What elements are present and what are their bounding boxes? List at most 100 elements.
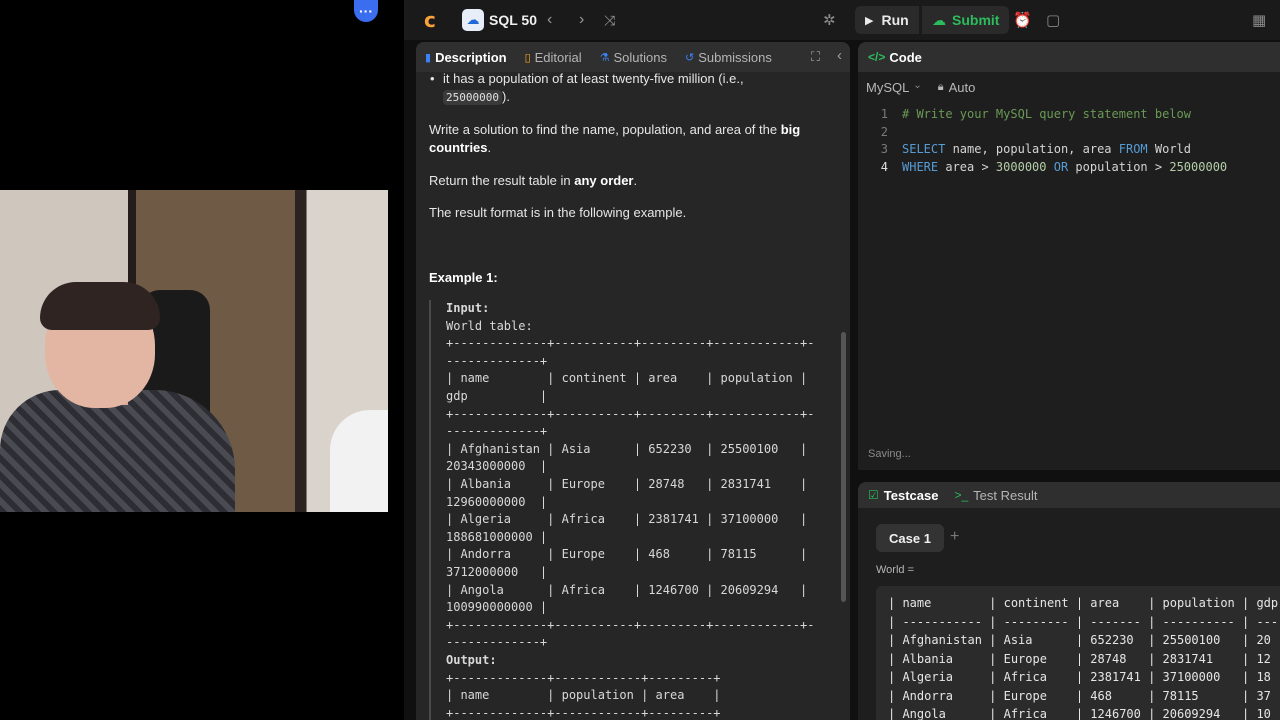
collapse-panel-icon[interactable]: ‹ <box>837 47 842 64</box>
expand-icon[interactable]: ⛶ <box>811 49 820 65</box>
code-text: SELECT name, population, area FROM World <box>902 141 1191 159</box>
testcase-header: ☑ Testcase >_ Test Result <box>858 482 1280 508</box>
example-title: Example 1: <box>429 270 498 285</box>
code-line: 4 WHERE area > 3000000 OR population > 2… <box>858 159 1280 177</box>
code-title: Code <box>889 49 922 65</box>
cond-population: population > <box>1068 159 1170 174</box>
checkbox-icon: ☑ <box>868 488 879 502</box>
play-icon: ▶ <box>865 14 874 27</box>
bullet-end: ). <box>501 89 510 104</box>
p1-text: Write a solution to find the name, popul… <box>429 122 781 137</box>
bullet-item: • it has a population of at least twenty… <box>430 72 813 107</box>
code-line: 3 SELECT name, population, area FROM Wor… <box>858 141 1280 159</box>
code-comment: # Write your MySQL query statement below <box>902 107 1191 121</box>
study-plan-icon: ☁ <box>462 9 484 31</box>
flask-icon: ⚗ <box>599 51 610 64</box>
output-table: +-------------+------------+---------+ |… <box>446 670 721 720</box>
testcase-panel: ☑ Testcase >_ Test Result Case 1 + World… <box>858 482 1280 720</box>
person-shirt <box>0 390 235 512</box>
world-input-label: World = <box>876 564 915 576</box>
tab-test-result[interactable]: >_ Test Result <box>954 488 1037 503</box>
line-number: 3 <box>880 142 888 157</box>
alarm-icon[interactable]: ⏰ <box>1013 0 1032 40</box>
code-text: WHERE area > 3000000 OR population > 250… <box>902 159 1227 177</box>
history-icon: ↺ <box>684 51 695 64</box>
cond-area: area > <box>938 159 996 174</box>
debug-icon[interactable]: ✲ <box>823 0 836 40</box>
tab-testcase-label: Testcase <box>883 487 939 503</box>
format-statement: The result format is in the following ex… <box>429 205 687 220</box>
world-input-box[interactable]: | name | continent | area | population |… <box>876 586 1280 720</box>
p2-end: . <box>633 173 638 188</box>
table-name: World <box>1147 142 1192 157</box>
tab-editorial-label: Editorial <box>534 49 582 65</box>
example-block: Input: World table: +-------------+-----… <box>429 300 831 720</box>
language-select[interactable]: MySQL ⌄ <box>866 80 922 95</box>
code-line: 2 <box>858 124 1280 142</box>
keyword-from: FROM <box>1118 142 1148 157</box>
run-label: Run <box>881 12 909 28</box>
keyword-select: SELECT <box>902 142 946 157</box>
language-label: MySQL <box>866 79 910 95</box>
lock-icon: 🔒︎ <box>937 80 944 93</box>
webcam-video <box>0 190 388 512</box>
person-hair <box>40 282 160 330</box>
description-tabs: ▮ Description ▯ Editorial ⚗ Solutions ↺ … <box>416 42 850 72</box>
bullet-dot: • <box>430 72 435 86</box>
tab-editorial[interactable]: ▯ Editorial <box>516 42 591 72</box>
document-icon: ▮ <box>425 51 432 64</box>
leetcode-logo-icon[interactable]: ⅽ <box>424 0 436 40</box>
submit-button[interactable]: ☁ Submit <box>922 6 1010 34</box>
code-panel: </> Code MySQL ⌄ 🔒︎ Auto 1 # Write your … <box>858 42 1280 470</box>
layout-grid-icon[interactable]: ▦ <box>1252 0 1266 40</box>
columns: name, population, area <box>945 142 1119 157</box>
code-icon: </> <box>868 50 886 64</box>
output-label: Output: <box>446 653 497 667</box>
p1-end: . <box>487 140 492 155</box>
number-population: 25000000 <box>1169 159 1228 174</box>
p2-bold: any order <box>574 173 634 188</box>
tab-test-result-label: Test Result <box>973 487 1038 503</box>
keyword-where: WHERE <box>902 159 939 174</box>
p2-text: Return the result table in <box>429 173 575 188</box>
keyword-or: OR <box>1046 159 1069 174</box>
note-icon[interactable]: ▢ <box>1046 0 1060 40</box>
white-chair <box>330 410 388 512</box>
tab-testcase[interactable]: ☑ Testcase <box>868 488 938 503</box>
add-case-button[interactable]: + <box>950 528 959 546</box>
description-scrollbar[interactable] <box>841 332 846 602</box>
code-editor[interactable]: 1 # Write your MySQL query statement bel… <box>858 106 1280 176</box>
saving-status: Saving... <box>868 448 911 460</box>
tab-solutions-label: Solutions <box>613 49 667 65</box>
description-content: • it has a population of at least twenty… <box>416 72 836 720</box>
bullet-text: it has a population of at least twenty-f… <box>443 72 744 86</box>
number-area: 3000000 <box>995 159 1047 174</box>
problem-statement: Write a solution to find the name, popul… <box>429 121 819 157</box>
top-bar: ⅽ ☁ SQL 50 ‹ › ⤨ ✲ ▶ Run ☁ Submit ⏰ ▢ ▦ <box>404 0 1280 40</box>
line-number: 4 <box>880 159 888 174</box>
description-panel: ▮ Description ▯ Editorial ⚗ Solutions ↺ … <box>416 42 850 720</box>
shuffle-icon[interactable]: ⤨ <box>604 0 615 40</box>
desktop-background: ··· <box>0 0 404 720</box>
line-number: 2 <box>880 124 888 139</box>
language-bar: MySQL ⌄ 🔒︎ Auto <box>858 72 1280 102</box>
order-statement: Return the result table in any order. <box>429 172 819 190</box>
leetcode-app: ⅽ ☁ SQL 50 ‹ › ⤨ ✲ ▶ Run ☁ Submit ⏰ ▢ ▦ … <box>404 0 1280 720</box>
code-line: 1 # Write your MySQL query statement bel… <box>858 106 1280 124</box>
inline-code: 25000000 <box>443 90 502 105</box>
more-options-button[interactable]: ··· <box>354 0 378 22</box>
case-1-tab[interactable]: Case 1 <box>876 524 944 552</box>
chevron-down-icon: ⌄ <box>913 79 922 91</box>
auto-mode[interactable]: Auto <box>949 80 976 95</box>
tab-description[interactable]: ▮ Description <box>416 42 516 72</box>
input-label: Input: <box>446 301 490 315</box>
tab-submissions[interactable]: ↺ Submissions <box>676 42 781 72</box>
problem-list-title[interactable]: SQL 50 <box>489 0 537 40</box>
next-problem-icon[interactable]: › <box>579 0 584 40</box>
prev-problem-icon[interactable]: ‹ <box>547 0 552 40</box>
tab-submissions-label: Submissions <box>698 49 772 65</box>
cloud-upload-icon: ☁ <box>932 11 946 28</box>
tab-solutions[interactable]: ⚗ Solutions <box>591 42 676 72</box>
run-button[interactable]: ▶ Run <box>855 6 919 34</box>
book-icon: ▯ <box>524 51 531 64</box>
